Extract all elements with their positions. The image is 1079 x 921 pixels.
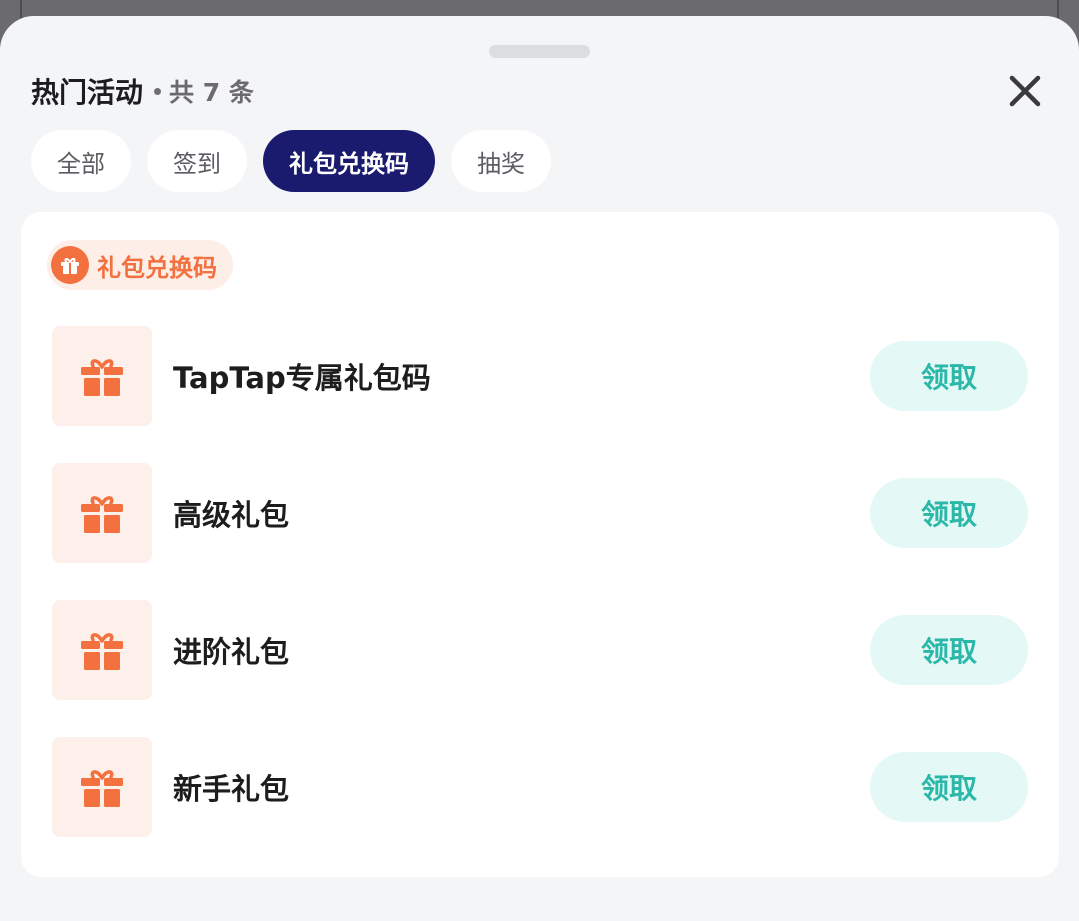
list-item: TapTap专属礼包码 领取 <box>52 326 1028 426</box>
gift-name: 进阶礼包 <box>173 635 290 669</box>
activity-bottom-sheet: 热门活动 共 7 条 全部 签到 礼包兑换码 抽奖 礼包兑换码 TapTap专属… <box>0 16 1079 921</box>
gift-thumbnail <box>52 326 152 426</box>
gift-icon <box>81 496 123 533</box>
claim-button[interactable]: 领取 <box>870 615 1028 685</box>
gift-thumbnail <box>52 737 152 837</box>
claim-button[interactable]: 领取 <box>870 752 1028 822</box>
section-label: 礼包兑换码 <box>97 253 217 282</box>
drag-handle[interactable] <box>489 45 590 58</box>
close-icon <box>1009 75 1041 107</box>
section-badge: 礼包兑换码 <box>47 240 233 290</box>
gift-name: TapTap专属礼包码 <box>173 361 431 395</box>
gift-name: 新手礼包 <box>173 772 290 806</box>
backdrop-divider <box>1057 0 1059 18</box>
list-item: 新手礼包 领取 <box>52 737 1028 837</box>
list-item: 高级礼包 领取 <box>52 463 1028 563</box>
list-item: 进阶礼包 领取 <box>52 600 1028 700</box>
gift-icon <box>51 246 89 284</box>
claim-button[interactable]: 领取 <box>870 341 1028 411</box>
item-count: 共 7 条 <box>169 78 254 107</box>
separator-dot <box>154 87 162 95</box>
tab-all[interactable]: 全部 <box>31 130 131 192</box>
tab-checkin[interactable]: 签到 <box>147 130 247 192</box>
gift-icon <box>81 359 123 396</box>
gift-icon <box>81 770 123 807</box>
sheet-title: 热门活动 <box>31 76 144 109</box>
tab-lottery[interactable]: 抽奖 <box>451 130 551 192</box>
backdrop-divider <box>20 0 22 18</box>
tab-gift-codes[interactable]: 礼包兑换码 <box>263 130 435 192</box>
filter-tabs: 全部 签到 礼包兑换码 抽奖 <box>31 130 551 192</box>
gift-name: 高级礼包 <box>173 498 290 532</box>
gift-thumbnail <box>52 463 152 563</box>
sheet-header: 热门活动 共 7 条 <box>31 73 254 109</box>
close-button[interactable] <box>1006 72 1044 110</box>
gift-icon <box>81 633 123 670</box>
gift-thumbnail <box>52 600 152 700</box>
claim-button[interactable]: 领取 <box>870 478 1028 548</box>
gift-code-card: 礼包兑换码 TapTap专属礼包码 领取 高级礼包 领取 进阶礼包 领取 新手礼… <box>21 212 1059 877</box>
